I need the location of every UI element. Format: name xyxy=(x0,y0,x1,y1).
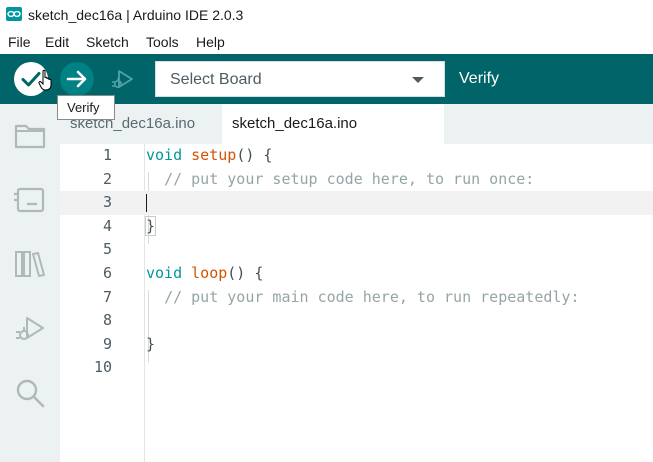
board-selector-value: Select Board xyxy=(170,71,262,88)
code-line: 5 xyxy=(60,238,653,262)
board-selector[interactable]: Select Board xyxy=(155,61,445,97)
code-line: 2 // put your setup code here, to run on… xyxy=(60,168,653,192)
keyword: void xyxy=(146,146,183,164)
code-text: void loop() { xyxy=(146,264,263,282)
line-number: 5 xyxy=(102,240,112,259)
code-line: 10 xyxy=(60,356,653,380)
arduino-logo-icon xyxy=(6,7,22,21)
code-text: // put your main code here, to run repea… xyxy=(146,288,579,306)
search-icon xyxy=(16,379,45,408)
hand-pointer-icon xyxy=(38,69,52,91)
code-rest: } xyxy=(146,334,156,353)
code-line: 7 // put your main code here, to run rep… xyxy=(60,286,653,310)
function-name: loop xyxy=(191,264,228,282)
menu-sketch[interactable]: Sketch xyxy=(86,34,129,50)
code-text: } xyxy=(144,215,157,236)
arrow-right-icon xyxy=(66,70,87,88)
upload-button[interactable] xyxy=(60,62,94,96)
code-line: 6 void loop() { xyxy=(60,262,653,286)
line-number: 7 xyxy=(102,287,112,306)
keyword: void xyxy=(146,264,183,282)
line-number: 4 xyxy=(102,216,112,235)
code-line: 9 } xyxy=(60,333,653,357)
editor-tabs: sketch_dec16a.ino sketch_dec16a.ino xyxy=(60,104,653,144)
menu-edit[interactable]: Edit xyxy=(45,34,69,50)
activity-sidebar xyxy=(0,104,60,462)
library-icon xyxy=(15,251,45,277)
chevron-down-icon xyxy=(412,77,424,83)
line-number: 9 xyxy=(102,334,112,353)
line-number: 8 xyxy=(102,311,112,330)
code-text: } xyxy=(146,335,155,353)
menu-bar: File Edit Sketch Tools Help xyxy=(0,30,653,54)
code-rest xyxy=(146,288,164,306)
debug-icon xyxy=(16,317,44,340)
code-comment: // put your main code here, to run repea… xyxy=(164,287,580,306)
line-number: 10 xyxy=(93,358,112,377)
board-icon xyxy=(14,187,45,213)
code-rest: () { xyxy=(227,264,264,282)
function-name: setup xyxy=(191,146,237,164)
debug-button[interactable] xyxy=(106,62,140,96)
code-comment: // put your setup code here, to run once… xyxy=(164,169,535,188)
sidebar-item-sketchbook[interactable] xyxy=(13,118,47,152)
verify-tooltip: Verify xyxy=(57,95,115,120)
code-line-current: 3 xyxy=(60,191,653,215)
window-title: sketch_dec16a | Arduino IDE 2.0.3 xyxy=(28,7,244,23)
sidebar-item-library-manager[interactable] xyxy=(13,247,47,281)
code-line: 1 void setup() { xyxy=(60,144,653,168)
line-number: 1 xyxy=(102,146,112,164)
title-bar: sketch_dec16a | Arduino IDE 2.0.3 xyxy=(0,0,653,30)
code-rest: } xyxy=(144,215,157,236)
code-text: void setup() { xyxy=(146,146,272,164)
code-line: 8 xyxy=(60,309,653,333)
tab-sketch-active[interactable]: sketch_dec16a.ino xyxy=(222,104,444,144)
code-line: 4 } xyxy=(60,215,653,239)
menu-help[interactable]: Help xyxy=(196,34,225,50)
menu-tools[interactable]: Tools xyxy=(146,34,179,50)
toolbar-action-label: Verify xyxy=(459,70,500,87)
debug-icon xyxy=(112,70,133,88)
sidebar-item-boards-manager[interactable] xyxy=(13,182,47,216)
menu-file[interactable]: File xyxy=(8,34,31,50)
code-rest xyxy=(146,170,164,188)
sidebar-item-search[interactable] xyxy=(13,376,47,410)
sidebar-item-debug[interactable] xyxy=(13,312,47,346)
line-number: 3 xyxy=(102,193,112,212)
text-caret xyxy=(146,194,147,213)
folder-icon xyxy=(14,124,46,149)
code-rest: () { xyxy=(236,146,273,164)
code-text: // put your setup code here, to run once… xyxy=(146,170,534,188)
line-number: 6 xyxy=(102,264,112,282)
line-number: 2 xyxy=(102,169,112,188)
code-editor[interactable]: 1 void setup() { 2 // put your setup cod… xyxy=(60,144,653,462)
